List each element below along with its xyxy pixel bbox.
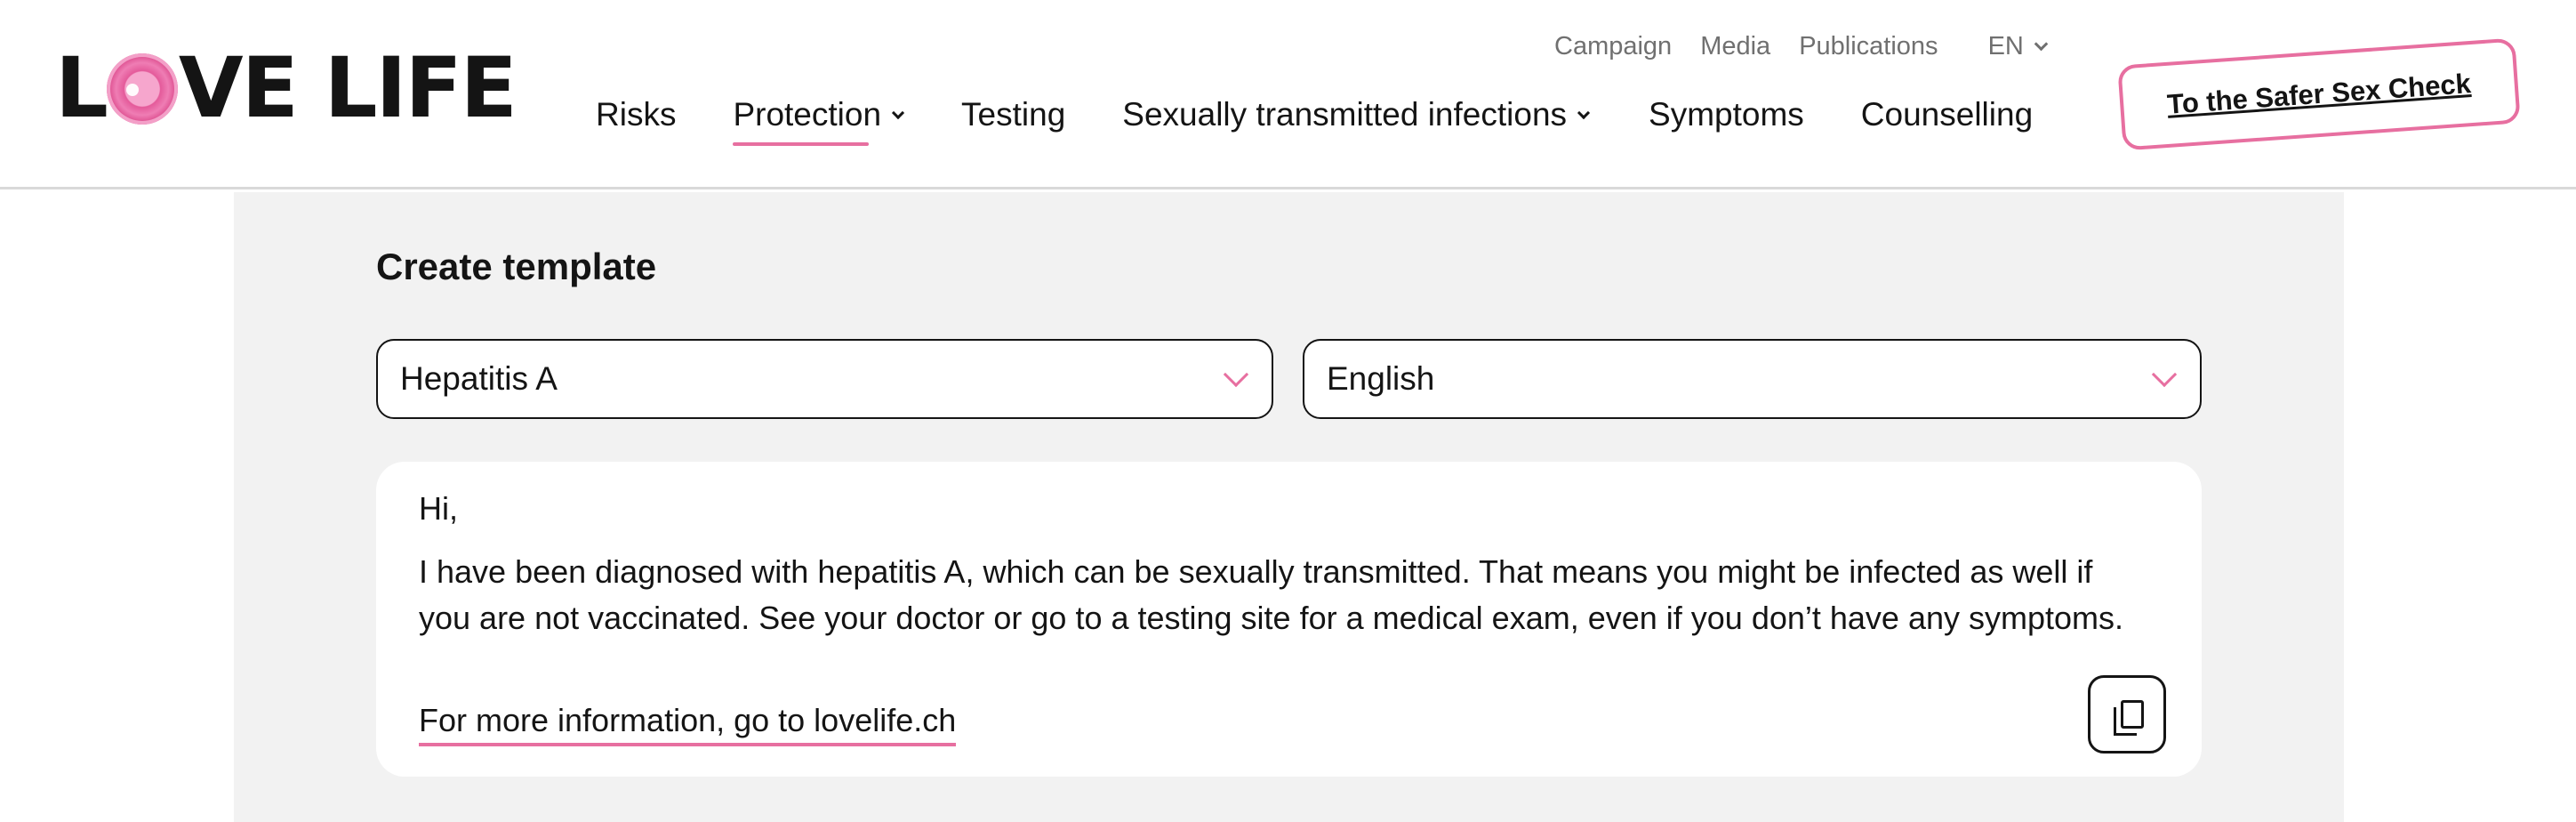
infection-select-value: Hepatitis A [400,360,558,397]
message-card: Hi, I have been diagnosed with hepatitis… [376,462,2202,777]
page-title: Create template [376,246,657,287]
chevron-down-icon [2034,36,2049,52]
nav-item-label: Risks [596,96,677,133]
message-body: I have been diagnosed with hepatitis A, … [419,553,2124,636]
nav-item-label: Protection [733,96,882,133]
main-nav: Risks Protection Testing Sexually transm… [596,93,2033,146]
chevron-down-icon [891,106,905,119]
copy-button[interactable] [2088,675,2166,754]
safer-sex-check-button[interactable]: To the Safer Sex Check [2117,37,2521,151]
nav-item-label: Counselling [1860,96,2034,133]
nav-item-label: Testing [961,96,1066,133]
message-greeting: Hi, [419,490,458,527]
nav-item-label: Symptoms [1649,96,1804,133]
nav-item-counselling[interactable]: Counselling [1861,93,2033,137]
chevron-down-icon [1223,361,1249,388]
nav-item-risks[interactable]: Risks [596,93,676,137]
condom-icon [106,53,178,125]
nav-link-campaign[interactable]: Campaign [1554,32,1672,61]
language-label: EN [1987,32,2024,60]
more-info-link[interactable]: For more information, go to lovelife.ch [419,702,957,746]
secondary-nav: Campaign Media Publications EN [1554,32,2049,61]
logo-text-end: VE LIFE [178,40,518,137]
chevron-down-icon [2151,361,2178,388]
language-switcher[interactable]: EN [1987,32,2049,61]
love-life-logo[interactable]: L VE LIFE [55,40,518,137]
nav-item-symptoms[interactable]: Symptoms [1649,93,1804,137]
nav-link-publications[interactable]: Publications [1799,32,1938,61]
language-select-value: English [1327,360,1435,397]
copy-icon [2121,700,2144,729]
nav-item-protection[interactable]: Protection [733,93,905,146]
site-header: L VE LIFE Campaign Media Publications EN … [0,0,2576,189]
nav-item-label: Sexually transmitted infections [1122,96,1568,133]
nav-link-media[interactable]: Media [1700,32,1770,61]
logo-text-start: L [55,40,108,137]
nav-item-testing[interactable]: Testing [961,93,1065,137]
language-select[interactable]: English [1303,339,2202,419]
nav-item-sti[interactable]: Sexually transmitted infections [1122,93,1591,137]
chevron-down-icon [1577,106,1591,119]
infection-select[interactable]: Hepatitis A [376,339,1273,419]
